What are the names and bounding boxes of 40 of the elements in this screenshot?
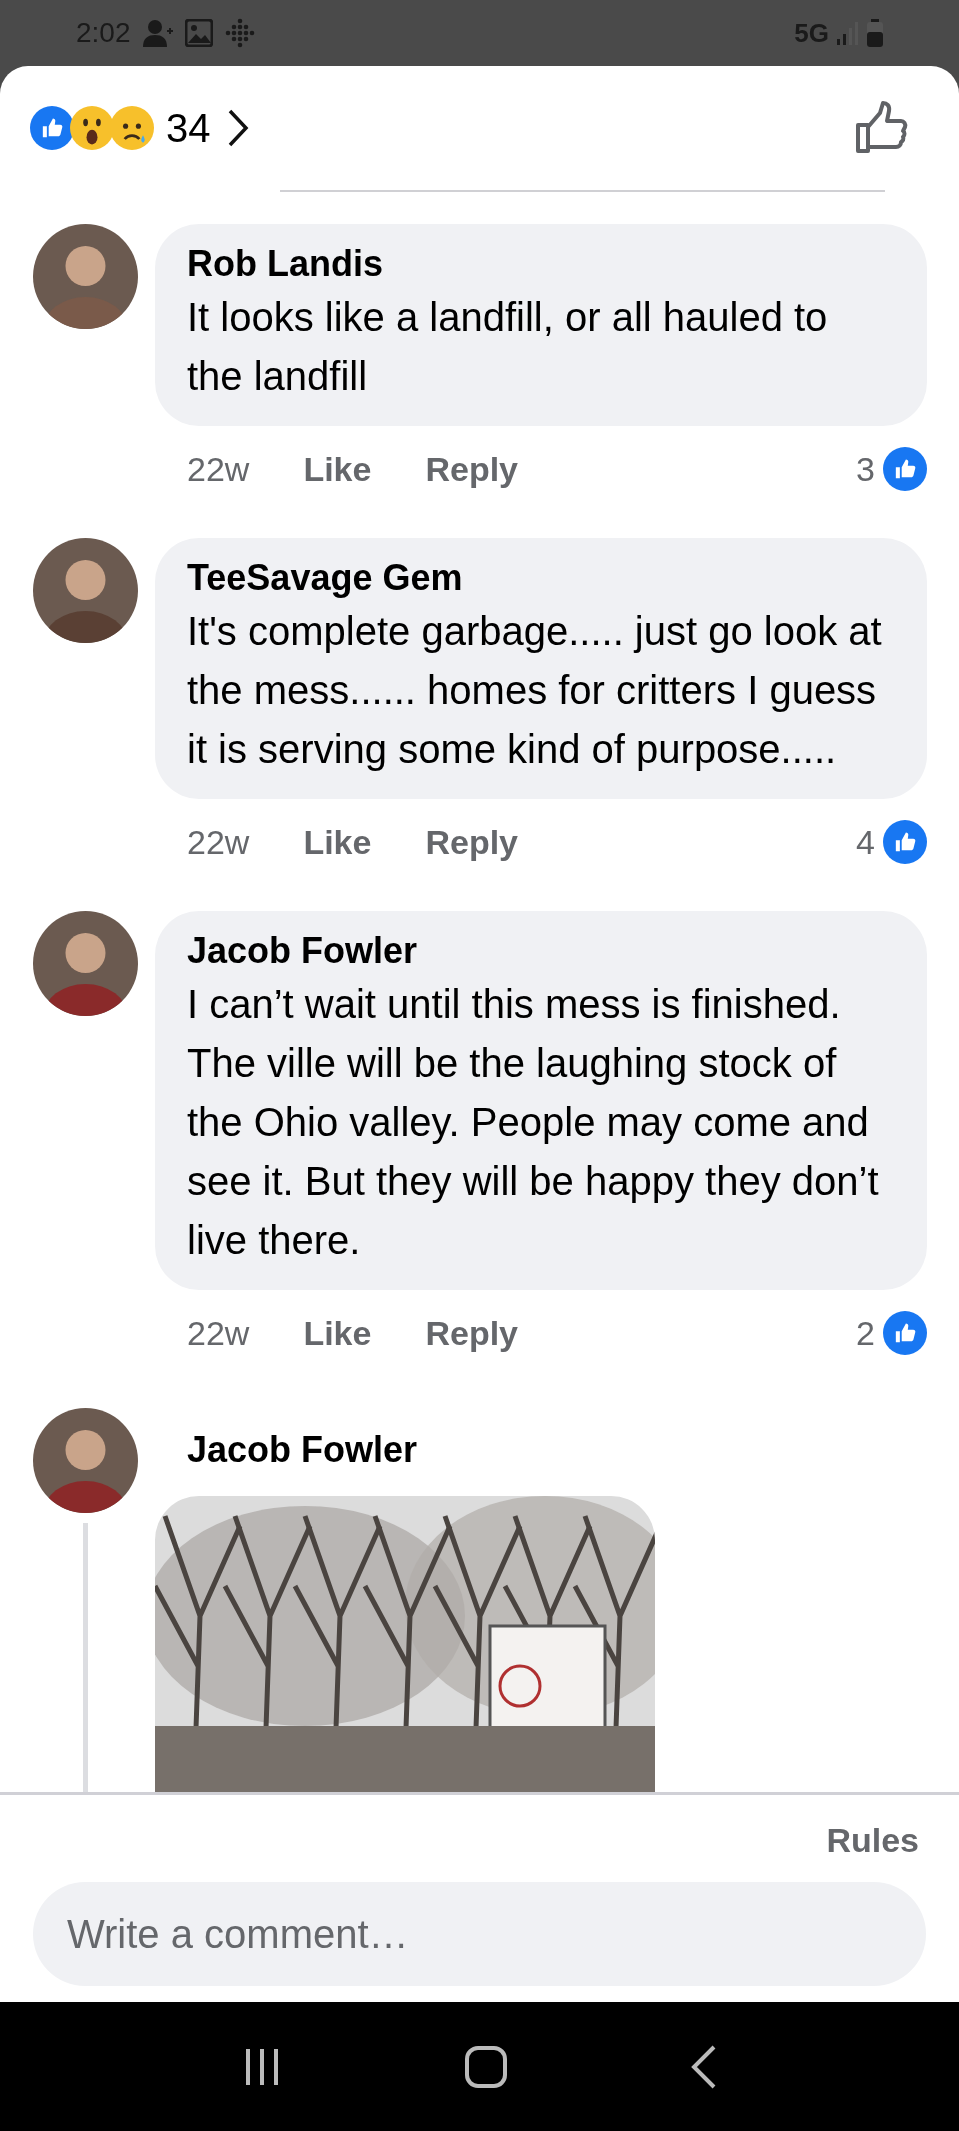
signal-icon (837, 21, 859, 45)
reactions-summary[interactable]: 34 (30, 98, 249, 158)
author-name[interactable]: Jacob Fowler (187, 927, 891, 975)
like-count: 2 (856, 1312, 875, 1354)
comment-bubble[interactable]: Rob Landis It looks like a landfill, or all hauled to the landfill (155, 224, 927, 426)
comment-action-link[interactable]: Reply (425, 443, 518, 495)
author-name[interactable]: Jacob Fowler (155, 1408, 655, 1474)
comment-input-field[interactable]: Write a comment… (33, 1882, 926, 1986)
image-icon (184, 19, 213, 47)
back-icon[interactable] (691, 2044, 718, 2089)
comment-time: 22w (187, 1312, 250, 1354)
comment-text: I can’t wait until this mess is finished. The ville will be the laughing stock of the Ohio valley. People may come and see it. But they will be happy they don’t live there. (187, 981, 880, 1264)
sad-emoji-icon (110, 106, 154, 150)
rules-link[interactable]: Rules (826, 1815, 919, 1866)
comment-bubble[interactable]: Jacob Fowler I can’t wait until this mess is finished. The ville will be the laughing stock of the Ohio valley. People may come and see it. But they will be happy they don’t live there. (155, 911, 927, 1290)
wow-emoji-icon (70, 106, 114, 150)
like-count: 3 (856, 448, 875, 490)
chevron-right-icon (226, 108, 249, 148)
comment-time: 22w (187, 448, 250, 490)
author-name[interactable]: TeeSavage Gem (187, 554, 891, 602)
comment-time: 22w (187, 821, 250, 863)
dots-icon (224, 18, 255, 48)
thumbs-up-icon (30, 106, 74, 150)
author-name[interactable]: Rob Landis (187, 240, 891, 288)
person-add-icon (142, 19, 173, 47)
thumbs-up-icon (883, 1311, 927, 1355)
comment-text: It's complete garbage..... just go look at the mess...... homes for critters I guess it is serving some kind of purpose..... (187, 608, 883, 773)
comment-bubble[interactable]: TeeSavage Gem It's complete garbage..... just go look at the mess...... homes for critters I guess it is serving some kind of purpose..... (155, 538, 927, 799)
battery-icon (867, 19, 883, 47)
comment-text: It looks like a landfill, or all hauled to the landfill (187, 294, 829, 400)
thumbs-up-icon[interactable] (855, 101, 909, 155)
comment-action-link[interactable]: Like (303, 1307, 372, 1359)
thumbs-up-icon (883, 820, 927, 864)
home-icon[interactable] (465, 2045, 508, 2088)
thumbs-up-icon (883, 447, 927, 491)
like-count: 4 (856, 821, 875, 863)
comment-action-link[interactable]: Reply (425, 816, 518, 868)
comment-action-link[interactable]: Reply (425, 1307, 518, 1359)
comment-action-link[interactable]: Like (303, 443, 372, 495)
comment-action-link[interactable]: Like (303, 816, 372, 868)
